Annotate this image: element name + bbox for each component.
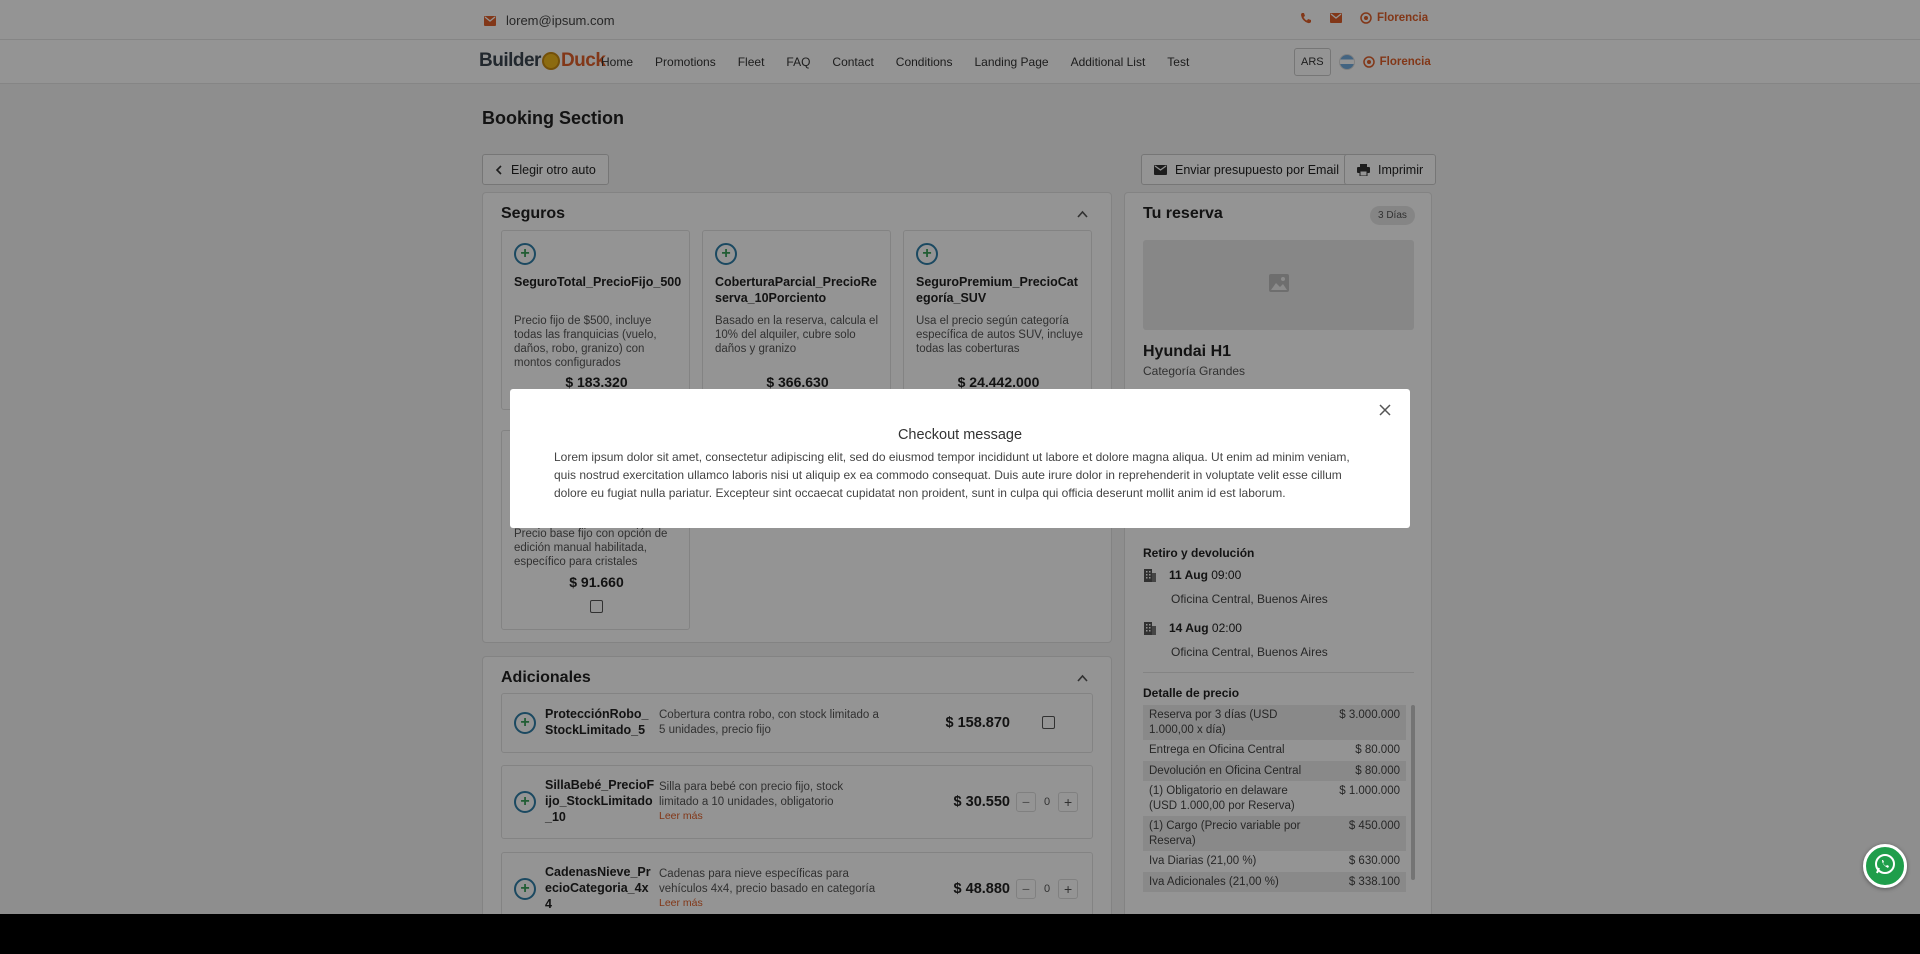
whatsapp-button[interactable] bbox=[1863, 844, 1907, 888]
modal-body: Lorem ipsum dolor sit amet, consectetur … bbox=[554, 450, 1350, 500]
whatsapp-icon bbox=[1873, 852, 1897, 881]
page-viewport: lorem@ipsum.com Florencia Builder Duck H… bbox=[0, 0, 1920, 914]
checkout-message-modal: Checkout message Lorem ipsum dolor sit a… bbox=[510, 389, 1410, 528]
modal-title: Checkout message bbox=[897, 427, 1023, 443]
close-icon[interactable] bbox=[1379, 401, 1391, 419]
